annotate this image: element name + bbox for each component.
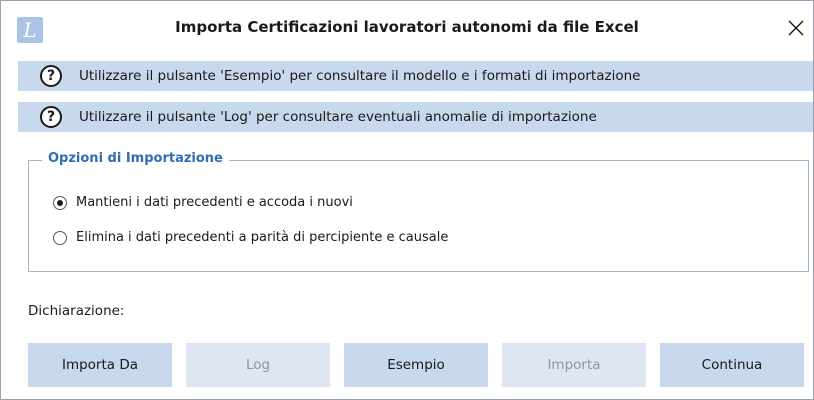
- radio-button-selected[interactable]: [53, 195, 67, 210]
- radio-button[interactable]: [53, 230, 67, 245]
- esempio-button[interactable]: Esempio: [344, 343, 488, 387]
- info-text: Utilizzare il pulsante 'Esempio' per con…: [79, 68, 641, 84]
- info-banner-log: ? Utilizzare il pulsante 'Log' per consu…: [18, 102, 813, 132]
- import-options-legend: Opzioni di Importazione: [42, 151, 229, 166]
- help-icon: ?: [40, 65, 62, 87]
- title-bar: L Importa Certificazioni lavoratori auto…: [1, 1, 813, 57]
- help-icon: ?: [40, 106, 62, 128]
- option-keep-and-append[interactable]: Mantieni i dati precedenti e accoda i nu…: [53, 195, 353, 210]
- info-text: Utilizzare il pulsante 'Log' per consult…: [79, 109, 597, 125]
- close-button[interactable]: [781, 13, 811, 43]
- importa-da-button[interactable]: Importa Da: [28, 343, 172, 387]
- import-options-group: [28, 160, 809, 272]
- continua-button[interactable]: Continua: [660, 343, 804, 387]
- importa-button[interactable]: Importa: [502, 343, 646, 387]
- close-icon: [788, 20, 804, 36]
- dialog-title: Importa Certificazioni lavoratori autono…: [175, 18, 639, 36]
- dichiarazione-label: Dichiarazione:: [28, 303, 125, 319]
- info-banner-esempio: ? Utilizzare il pulsante 'Esempio' per c…: [18, 61, 813, 91]
- option-label: Elimina i dati precedenti a parità di pe…: [76, 230, 449, 245]
- option-delete-previous[interactable]: Elimina i dati precedenti a parità di pe…: [53, 230, 448, 245]
- log-button[interactable]: Log: [186, 343, 330, 387]
- option-label: Mantieni i dati precedenti e accoda i nu…: [76, 195, 353, 210]
- dialog-window: L Importa Certificazioni lavoratori auto…: [0, 0, 814, 400]
